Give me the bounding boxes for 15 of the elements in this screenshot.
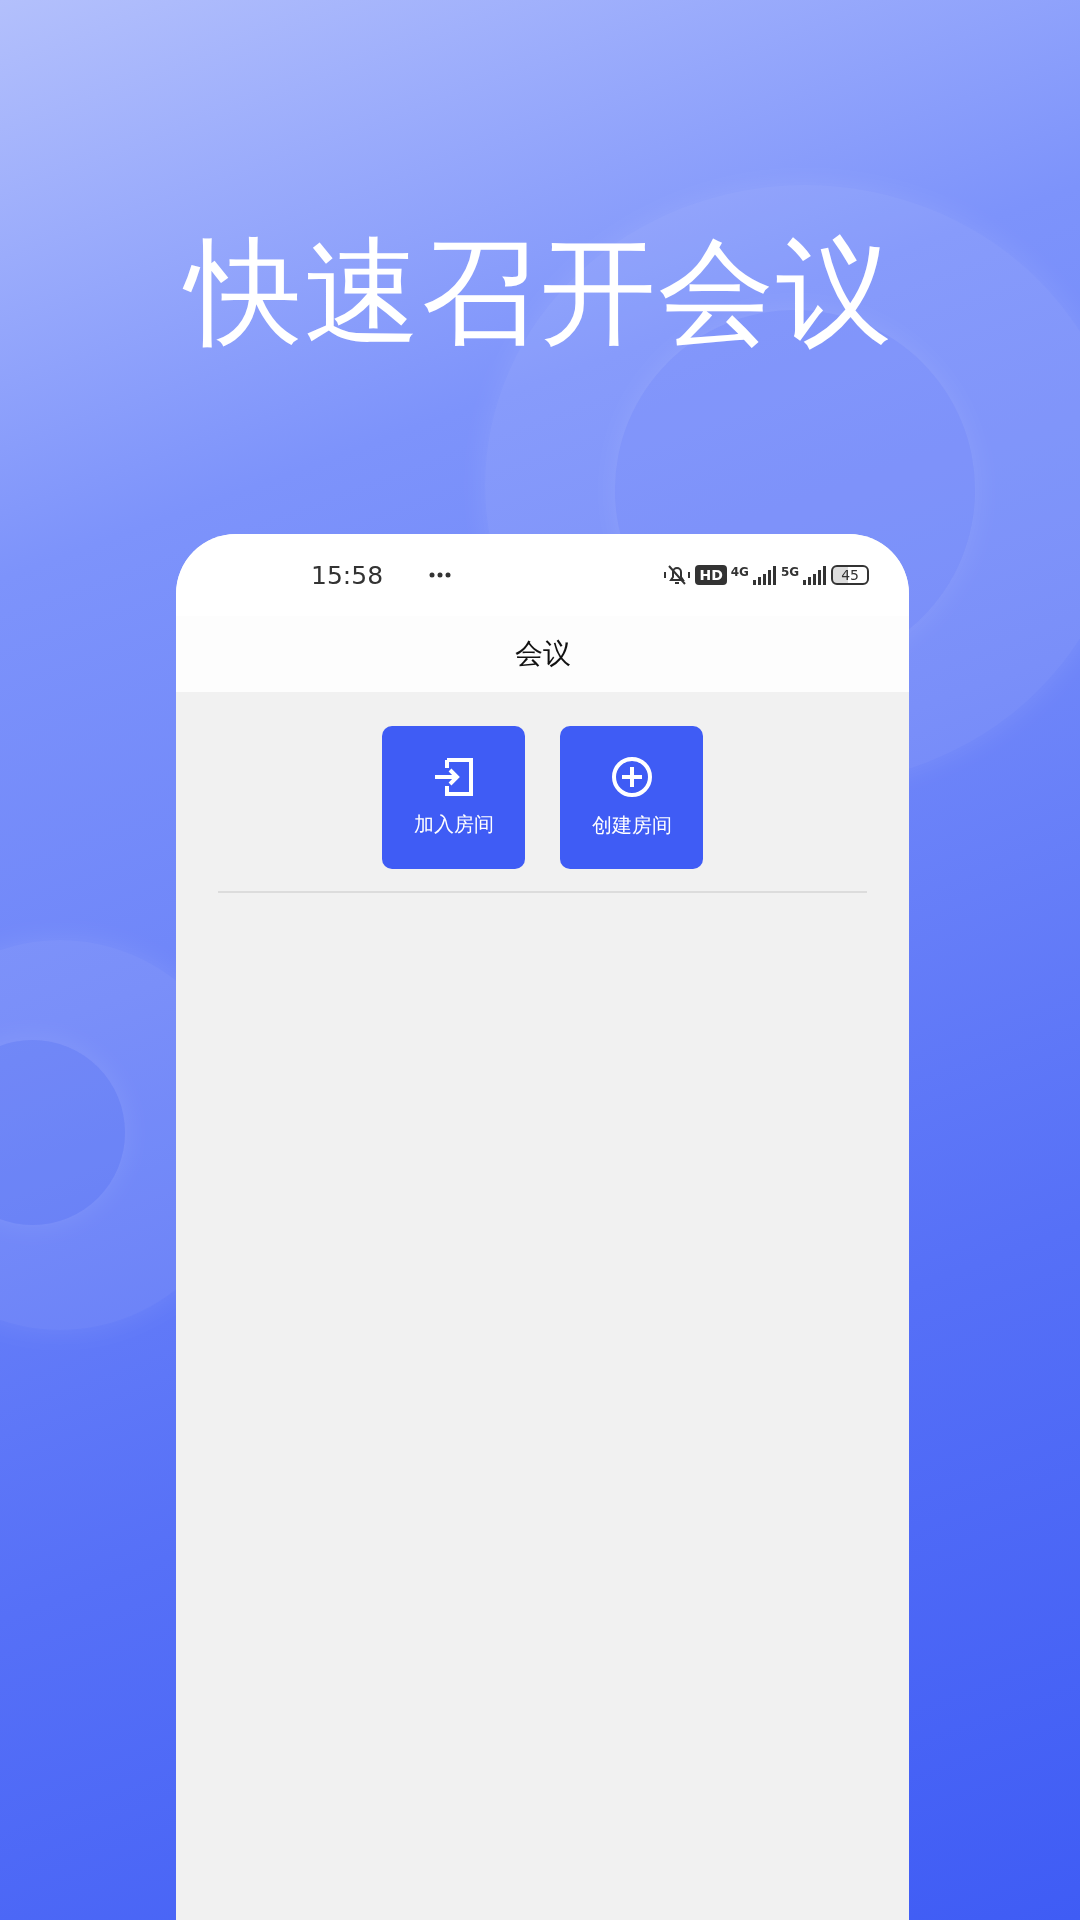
network-label: 5G (780, 565, 800, 579)
action-button[interactable]: 创建房间 (560, 726, 703, 869)
action-button[interactable]: 加入房间 (382, 726, 525, 869)
battery-indicator: 45 (831, 565, 869, 585)
status-time: 15:58 (311, 560, 384, 590)
hd-badge: HD (695, 565, 727, 585)
headline: 快速召开会议 (0, 222, 1080, 362)
more-icon (429, 572, 452, 578)
page-title: 会议 (514, 636, 571, 672)
signal-icon (803, 565, 828, 585)
plus-circle-icon (610, 756, 653, 798)
network-label: 4G (730, 565, 749, 579)
signal-icon (752, 565, 777, 585)
mute-bell-icon (663, 563, 692, 587)
enter-icon (432, 757, 475, 797)
